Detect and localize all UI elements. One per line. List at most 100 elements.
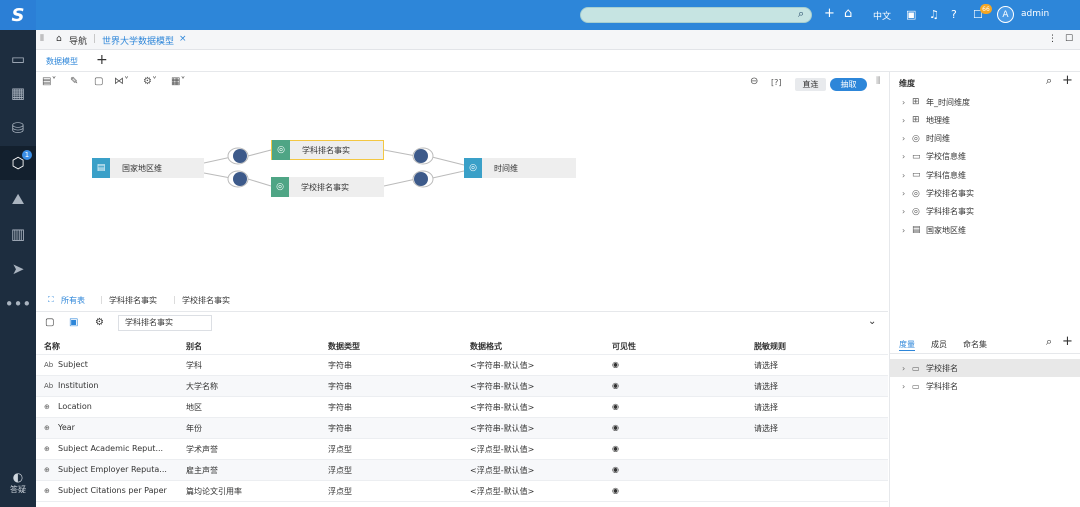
chevron-right-icon[interactable]: › xyxy=(902,382,912,391)
tab-home[interactable]: 导航 xyxy=(69,34,87,47)
answer-button[interactable]: ◐ 答疑 xyxy=(0,462,36,502)
chevron-right-icon[interactable]: › xyxy=(902,152,912,161)
settings-icon[interactable]: ⚙ xyxy=(95,317,104,328)
field-type[interactable]: 浮点型 xyxy=(328,465,352,476)
field-format[interactable]: <字符串-默认值> xyxy=(470,423,534,434)
field-alias[interactable]: 地区 xyxy=(186,402,276,413)
bell-icon[interactable]: ♫ xyxy=(929,8,939,21)
table-row[interactable]: ⊕ Subject Academic Reput... 学术声誉 浮点型 <浮点型-默认… xyxy=(36,439,888,460)
table-row[interactable]: ⊕ Subject Citations per Paper 篇均论文引用率 浮点型 <浮… xyxy=(36,481,888,502)
dimension-item[interactable]: › ▭ 学校信息维 xyxy=(902,149,966,165)
avatar[interactable]: A xyxy=(997,6,1014,23)
tab-data-model[interactable]: 数据模型 xyxy=(46,56,78,67)
field-type[interactable]: 字符串 xyxy=(328,402,352,413)
search-icon[interactable]: ⌕ xyxy=(798,7,804,21)
table-row[interactable]: Ab Institution 大学名称 字符串 <字符串-默认值> ◉ 请选择 xyxy=(36,376,888,397)
tab-measures[interactable]: 度量 xyxy=(899,339,915,351)
field-rule[interactable]: 请选择 xyxy=(754,423,778,434)
table-row[interactable]: Ab Subject 学科 字符串 <字符串-默认值> ◉ 请选择 xyxy=(36,355,888,376)
field-rule[interactable]: 请选择 xyxy=(754,360,778,371)
field-alias[interactable]: 学科 xyxy=(186,360,276,371)
field-format[interactable]: <字符串-默认值> xyxy=(470,360,534,371)
add-icon[interactable]: + xyxy=(1062,334,1073,349)
model-canvas[interactable]: ▤˅ ✎ ▢ ⋈˅ ⚙˅ ▦˅ ⊖ [?] 直连 抽取 ⦀ ▤ 国家地区维 ◎ … xyxy=(36,72,888,290)
chevron-right-icon[interactable]: › xyxy=(902,134,912,143)
table-select[interactable]: 学科排名事实 xyxy=(118,315,212,331)
field-type[interactable]: 浮点型 xyxy=(328,486,352,497)
field-format[interactable]: <浮点型-默认值> xyxy=(470,444,534,455)
visibility-icon[interactable]: ◉ xyxy=(612,402,619,411)
field-format[interactable]: <字符串-默认值> xyxy=(470,402,534,413)
tab-members[interactable]: 成员 xyxy=(931,339,947,350)
add-tab-icon[interactable]: + xyxy=(96,52,108,68)
dimension-item[interactable]: › ▭ 学科信息维 xyxy=(902,167,966,183)
more-icon[interactable]: ••• xyxy=(0,287,36,321)
field-type[interactable]: 字符串 xyxy=(328,360,352,371)
field-alias[interactable]: 雇主声誉 xyxy=(186,465,276,476)
dimension-item[interactable]: › ⊞ 年_时间维度 xyxy=(902,94,970,110)
plus-icon[interactable]: + xyxy=(824,6,835,21)
tab-school-rank[interactable]: 学校排名事实 xyxy=(182,295,230,306)
chart-icon[interactable]: ⛰ xyxy=(0,182,36,216)
dimension-item[interactable]: › ◎ 学科排名事实 xyxy=(902,204,974,220)
language-switch[interactable]: 中文 xyxy=(873,9,891,22)
node-subject-rank[interactable]: ◎ 学科排名事实 xyxy=(271,140,384,160)
visibility-icon[interactable]: ◉ xyxy=(612,381,619,390)
database-icon[interactable]: ⛁ xyxy=(0,111,36,145)
home-icon[interactable]: ⌂ xyxy=(844,6,852,21)
node-time[interactable]: ◎ 时间维 xyxy=(464,158,576,178)
bar-chart-icon[interactable]: ▥ xyxy=(0,217,36,251)
field-alias[interactable]: 学术声誉 xyxy=(186,444,276,455)
node-country[interactable]: ▤ 国家地区维 xyxy=(92,158,204,178)
window-icon[interactable]: ☐ xyxy=(1065,34,1073,44)
field-alias[interactable]: 年份 xyxy=(186,423,276,434)
field-alias[interactable]: 篇均论文引用率 xyxy=(186,486,276,497)
chevron-right-icon[interactable]: › xyxy=(902,116,912,125)
dashboard-icon[interactable]: ▦ xyxy=(0,76,36,110)
help-icon[interactable]: ? xyxy=(951,8,957,21)
measure-item[interactable]: › ▭ 学校排名 xyxy=(890,359,1080,377)
field-rule[interactable]: 请选择 xyxy=(754,402,778,413)
chevron-right-icon[interactable]: › xyxy=(902,364,912,373)
more-vert-icon[interactable]: ⋮ xyxy=(1048,34,1057,44)
visibility-icon[interactable]: ◉ xyxy=(612,423,619,432)
dimension-item[interactable]: › ▤ 国家地区维 xyxy=(902,222,966,238)
username[interactable]: admin xyxy=(1021,9,1049,19)
search-input[interactable] xyxy=(580,7,812,23)
field-format[interactable]: <字符串-默认值> xyxy=(470,381,534,392)
menu-icon[interactable]: ⦀ xyxy=(40,34,44,44)
table-row[interactable]: ⊕ Year 年份 字符串 <字符串-默认值> ◉ 请选择 xyxy=(36,418,888,439)
field-format[interactable]: <浮点型-默认值> xyxy=(470,465,534,476)
add-icon[interactable]: + xyxy=(1062,73,1073,88)
chevron-down-icon[interactable]: ⌄ xyxy=(868,316,876,327)
send-icon[interactable]: ➤ xyxy=(0,252,36,286)
chevron-right-icon[interactable]: › xyxy=(902,98,912,107)
chevron-right-icon[interactable]: › xyxy=(902,226,912,235)
chevron-right-icon[interactable]: › xyxy=(902,189,912,198)
chevron-right-icon[interactable]: › xyxy=(902,207,912,216)
visibility-icon[interactable]: ◉ xyxy=(612,465,619,474)
field-type[interactable]: 字符串 xyxy=(328,381,352,392)
visibility-icon[interactable]: ◉ xyxy=(612,360,619,369)
field-alias[interactable]: 大学名称 xyxy=(186,381,276,392)
logo[interactable]: S xyxy=(0,0,36,30)
monitor-icon[interactable]: ▭ xyxy=(0,42,36,76)
fit-icon[interactable]: ▢ xyxy=(45,317,54,328)
table-view-icon[interactable]: ▣ xyxy=(69,317,78,328)
home-tab-icon[interactable]: ⌂ xyxy=(56,34,62,44)
search-icon[interactable]: ⌕ xyxy=(1046,74,1052,88)
node-school-rank[interactable]: ◎ 学校排名事实 xyxy=(271,177,384,197)
visibility-icon[interactable]: ◉ xyxy=(612,444,619,453)
tab-named-sets[interactable]: 命名集 xyxy=(963,339,987,350)
chevron-right-icon[interactable]: › xyxy=(902,171,912,180)
all-tables-icon[interactable]: ⛶ xyxy=(48,295,54,305)
measure-item[interactable]: › ▭ 学科排名 xyxy=(890,377,1080,395)
table-row[interactable]: ⊕ Subject Employer Reputa... 雇主声誉 浮点型 <浮点型-默… xyxy=(36,460,888,481)
field-format[interactable]: <浮点型-默认值> xyxy=(470,486,534,497)
dimension-item[interactable]: › ◎ 时间维 xyxy=(902,131,950,147)
cube-icon[interactable]: ⬡ 1 xyxy=(0,146,36,180)
close-icon[interactable]: × xyxy=(179,34,187,44)
dimension-item[interactable]: › ◎ 学校排名事实 xyxy=(902,186,974,202)
field-rule[interactable]: 请选择 xyxy=(754,381,778,392)
bag-icon[interactable]: ▣ xyxy=(906,8,916,21)
